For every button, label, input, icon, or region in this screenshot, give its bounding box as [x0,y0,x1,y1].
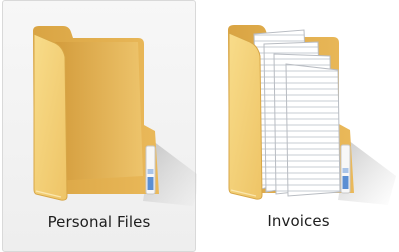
file-item-personal-files[interactable]: Personal Files [2,0,197,252]
folder-documents-icon [228,25,396,205]
file-item-label: Personal Files [47,213,151,231]
file-explorer-view: Personal Files Invoices [0,0,399,252]
folder-empty-icon [33,26,197,206]
file-item-label: Invoices [267,212,330,230]
file-item-invoices[interactable]: Invoices [200,0,397,252]
